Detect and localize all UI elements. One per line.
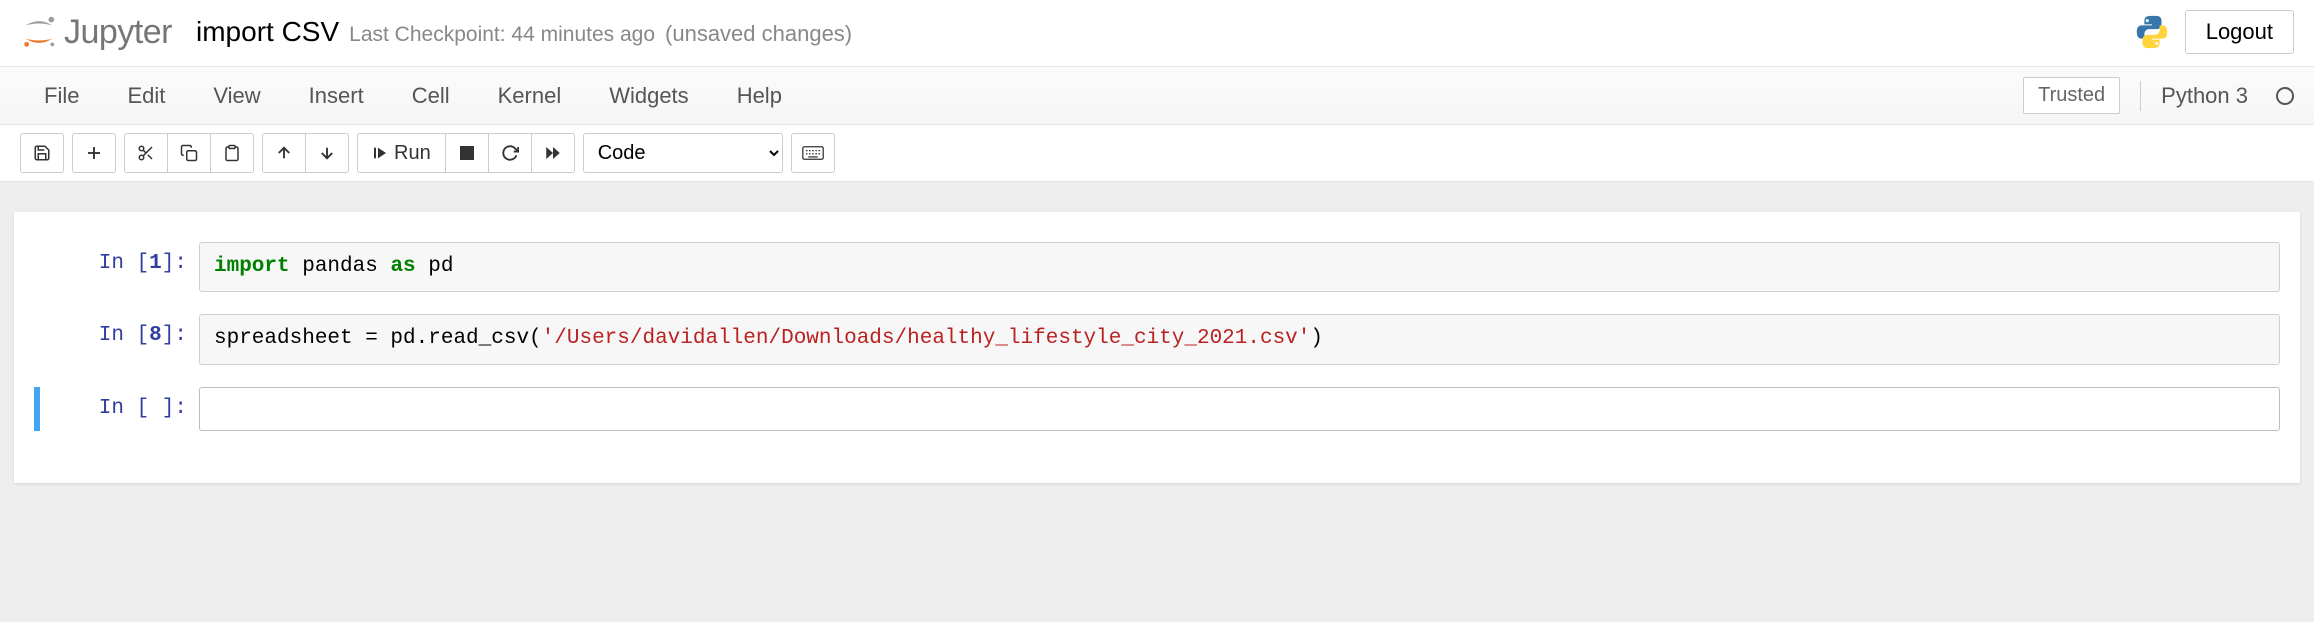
cell-input[interactable]: import pandas as pd [199,242,2280,292]
menu-kernel[interactable]: Kernel [474,67,586,125]
menubar: File Edit View Insert Cell Kernel Widget… [0,67,2314,125]
save-button[interactable] [20,133,64,173]
trusted-badge[interactable]: Trusted [2023,77,2120,114]
menu-edit[interactable]: Edit [103,67,189,125]
cell-prompt: In [8]: [34,314,199,364]
keyboard-icon [802,145,824,161]
code-cell[interactable]: In [ ]: [34,387,2280,431]
plus-icon [85,144,103,162]
fast-forward-icon [544,144,562,162]
cell-prompt: In [1]: [34,242,199,292]
cell-input[interactable]: spreadsheet = pd.read_csv('/Users/davida… [199,314,2280,364]
header-right: Logout [2133,10,2294,54]
unsaved-indicator: (unsaved changes) [665,21,852,47]
run-button[interactable]: Run [357,133,446,173]
cell-prompt: In [ ]: [34,387,199,431]
move-up-button[interactable] [262,133,306,173]
code-cell[interactable]: In [1]:import pandas as pd [34,242,2280,292]
save-icon [33,144,51,162]
menu-view[interactable]: View [189,67,284,125]
arrow-down-icon [318,144,336,162]
interrupt-button[interactable] [445,133,489,173]
menubar-right: Trusted Python 3 [2023,77,2294,114]
restart-button[interactable] [488,133,532,173]
jupyter-logo-icon [20,13,58,51]
move-group [262,133,349,173]
menu-widgets[interactable]: Widgets [585,67,712,125]
header: Jupyter import CSV Last Checkpoint: 44 m… [0,0,2314,67]
cell-input[interactable] [199,387,2280,431]
copy-icon [180,144,198,162]
cells-container: In [1]:import pandas as pdIn [8]:spreads… [34,242,2280,431]
menu-file[interactable]: File [20,67,103,125]
menu-insert[interactable]: Insert [285,67,388,125]
kernel-name[interactable]: Python 3 [2161,83,2248,109]
menu-list: File Edit View Insert Cell Kernel Widget… [20,67,806,125]
move-down-button[interactable] [305,133,349,173]
python-icon [2133,13,2171,51]
kernel-separator [2140,81,2141,111]
run-group: Run [357,133,575,173]
jupyter-logo-text: Jupyter [64,13,172,52]
scissors-icon [137,144,155,162]
title-block: import CSV Last Checkpoint: 44 minutes a… [196,16,2133,48]
arrow-up-icon [275,144,293,162]
add-cell-button[interactable] [72,133,116,173]
notebook-name[interactable]: import CSV [196,16,339,48]
stop-icon [460,146,474,160]
jupyter-logo[interactable]: Jupyter [20,13,172,52]
kernel-idle-icon [2276,87,2294,105]
restart-icon [501,144,519,162]
menu-cell[interactable]: Cell [388,67,474,125]
notebook-paper: In [1]:import pandas as pdIn [8]:spreads… [14,212,2300,483]
code-token: as [390,255,415,278]
celltype-select[interactable]: Code Markdown Raw NBConvert Heading [583,133,783,173]
code-cell[interactable]: In [8]:spreadsheet = pd.read_csv('/Users… [34,314,2280,364]
code-token: pd [416,255,454,278]
clipboard-group [124,133,254,173]
code-token: spreadsheet = pd.read_csv( [214,327,542,350]
paste-icon [223,144,241,162]
run-button-label: Run [394,142,431,165]
notebook-area: In [1]:import pandas as pdIn [8]:spreads… [0,182,2314,622]
menu-help[interactable]: Help [713,67,806,125]
restart-run-all-button[interactable] [531,133,575,173]
play-step-icon [372,145,388,161]
command-palette-button[interactable] [791,133,835,173]
logout-button[interactable]: Logout [2185,10,2294,54]
checkpoint-text: Last Checkpoint: 44 minutes ago [349,23,655,47]
code-token: pandas [290,255,391,278]
toolbar: Run Code Markdown Raw NBConvert Heading [0,125,2314,182]
cut-button[interactable] [124,133,168,173]
code-token: ) [1310,327,1323,350]
paste-button[interactable] [210,133,254,173]
copy-button[interactable] [167,133,211,173]
code-token: '/Users/davidallen/Downloads/healthy_lif… [542,327,1311,350]
code-token: import [214,255,290,278]
